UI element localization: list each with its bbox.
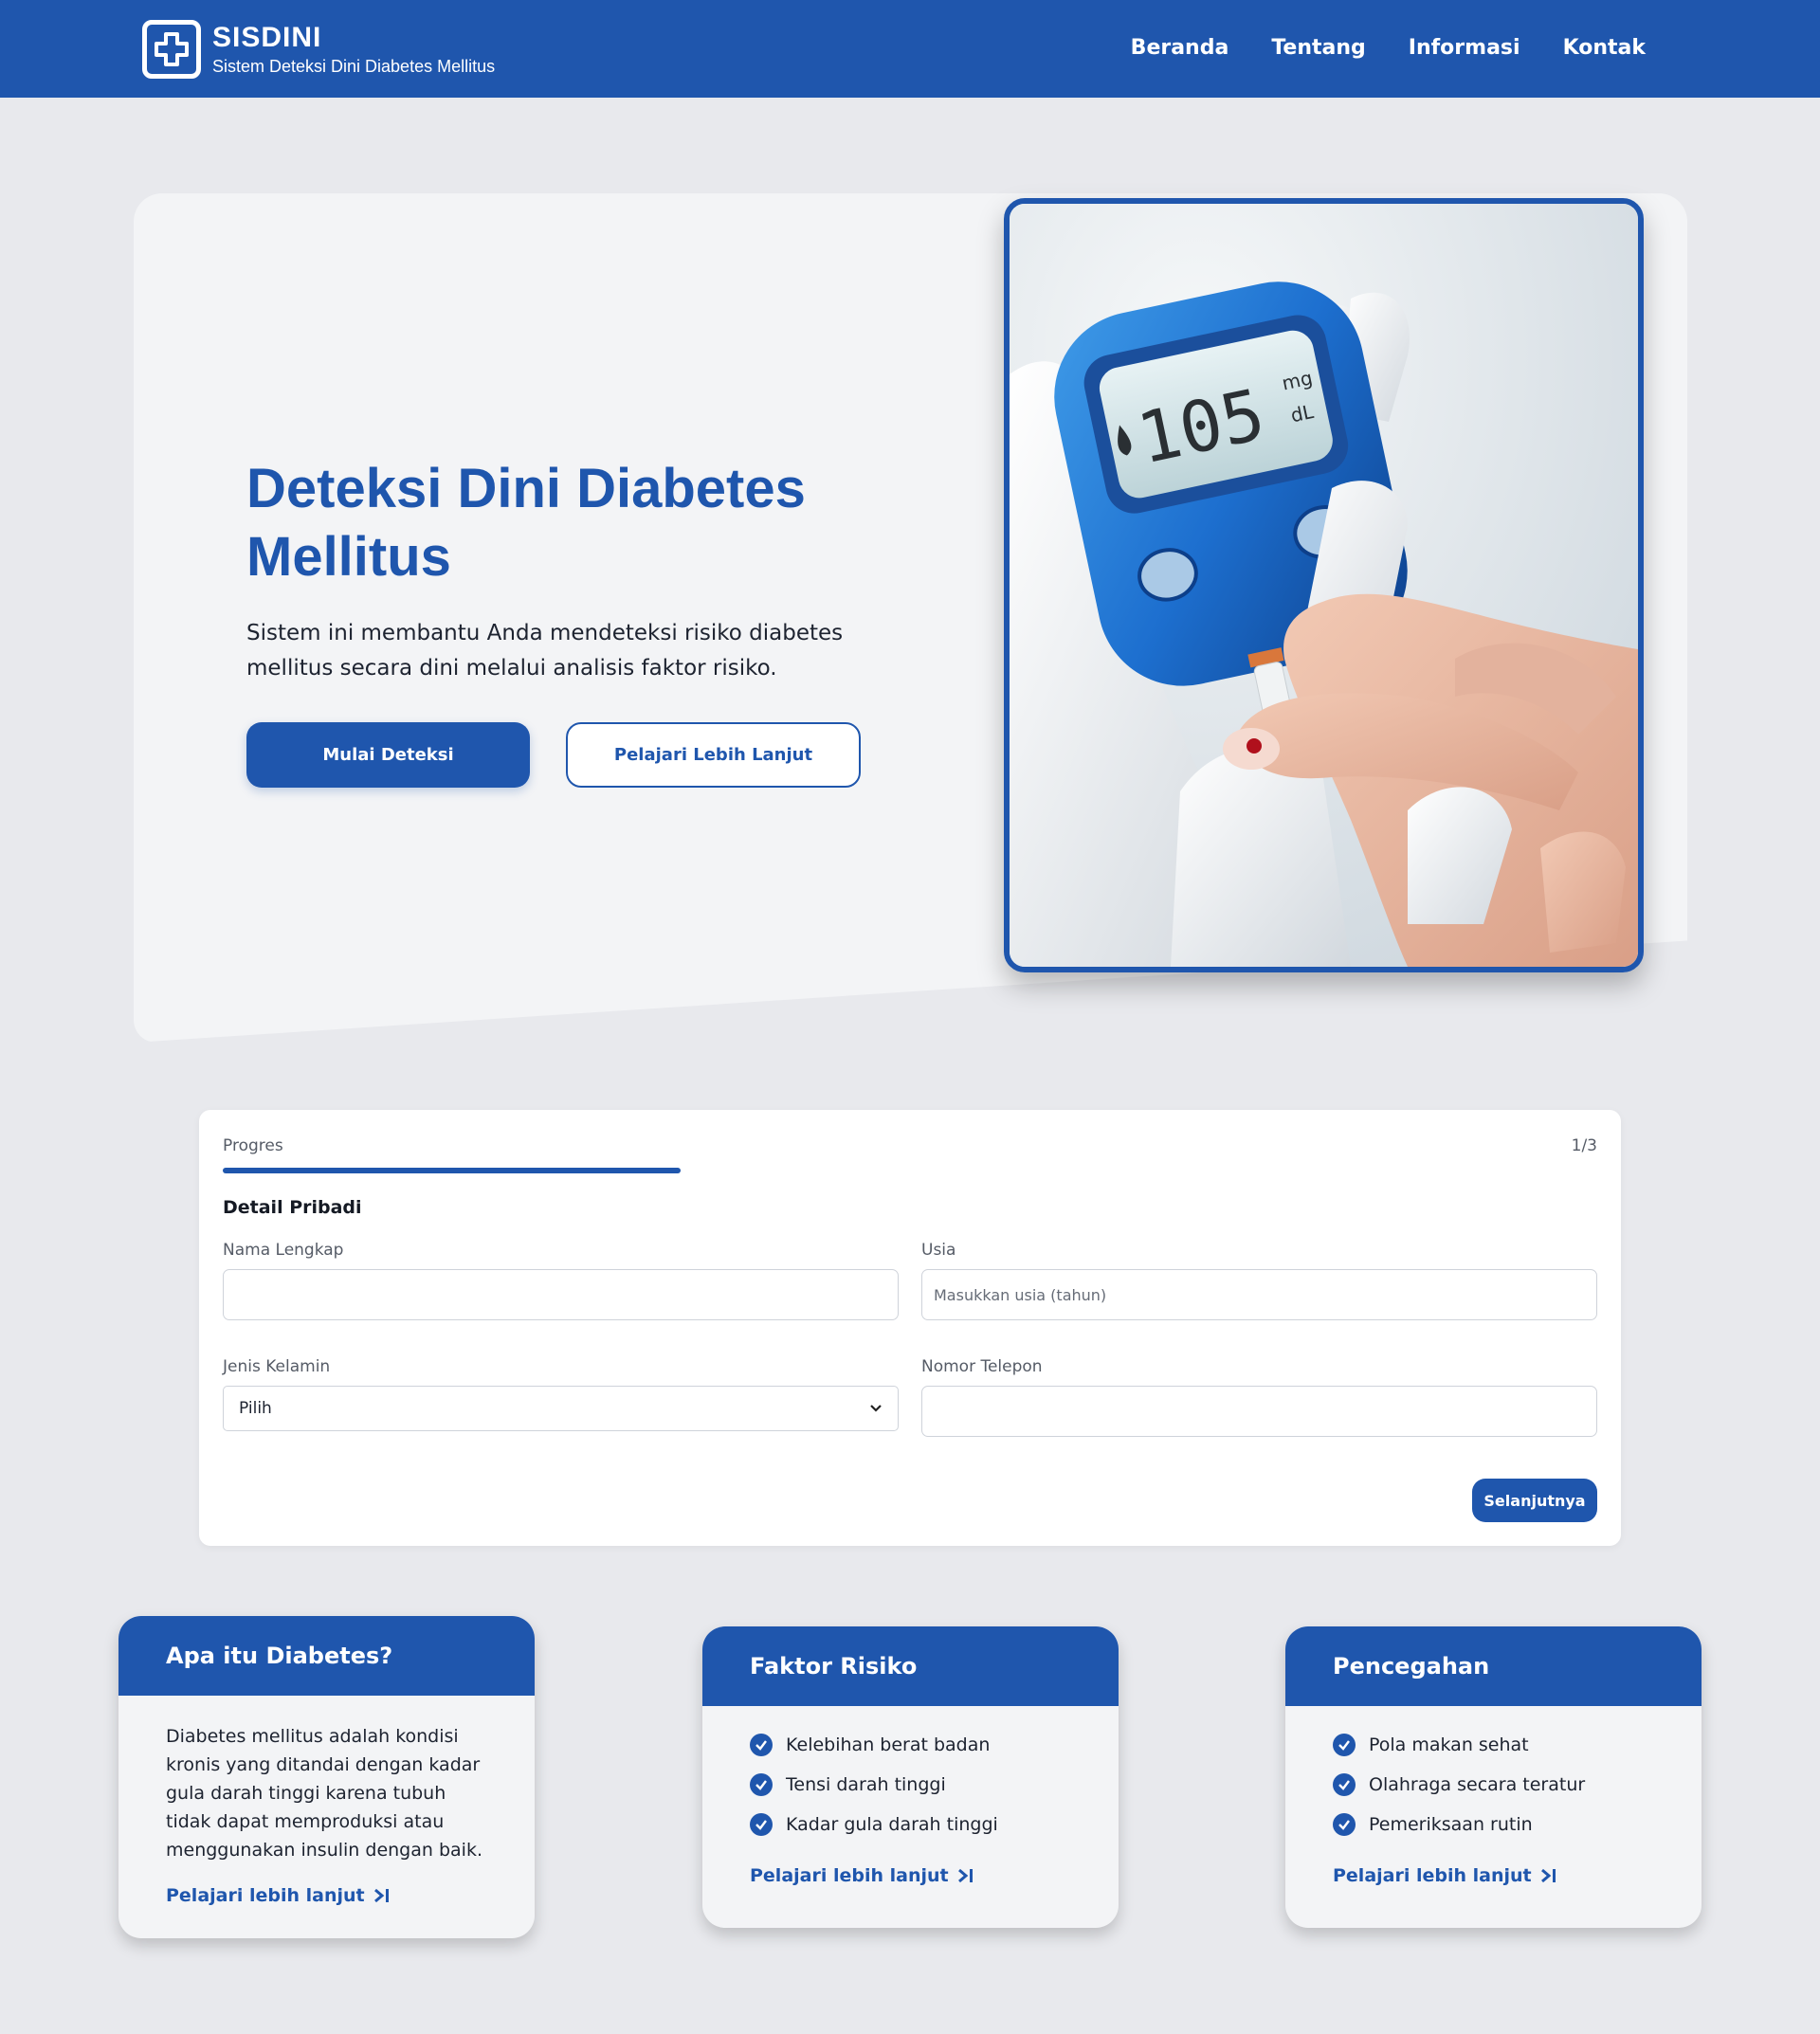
- start-detection-button[interactable]: Mulai Deteksi: [246, 722, 530, 788]
- progress-bar-fill: [223, 1168, 681, 1173]
- list-item: Pemeriksaan rutin: [1333, 1805, 1654, 1844]
- card-learn-more-link[interactable]: Pelajari lebih lanjut: [166, 1885, 487, 1906]
- list-item-label: Kadar gula darah tinggi: [786, 1814, 998, 1835]
- list-item-label: Tensi darah tinggi: [786, 1774, 946, 1795]
- card-learn-more-link[interactable]: Pelajari lebih lanjut: [1333, 1865, 1654, 1886]
- brand-subtitle: Sistem Deteksi Dini Diabetes Mellitus: [212, 57, 496, 76]
- chevron-right-bar-icon: [373, 1886, 391, 1905]
- check-circle-icon: [750, 1734, 773, 1756]
- next-button[interactable]: Selanjutnya: [1472, 1479, 1597, 1522]
- progress-bar: [223, 1168, 1597, 1173]
- card-what-is-diabetes: Apa itu Diabetes? Diabetes mellitus adal…: [118, 1616, 535, 1938]
- top-navbar: SISDINI Sistem Deteksi Dini Diabetes Mel…: [0, 0, 1820, 98]
- card-link-label: Pelajari lebih lanjut: [750, 1865, 949, 1886]
- card-prevention: Pencegahan Pola makan sehat Olahraga sec…: [1285, 1626, 1702, 1928]
- brand-title: SISDINI: [212, 22, 322, 53]
- list-item: Kelebihan berat badan: [750, 1725, 1071, 1765]
- card-link-label: Pelajari lebih lanjut: [1333, 1865, 1532, 1886]
- full-name-label: Nama Lengkap: [223, 1241, 344, 1260]
- hero-description: Sistem ini membantu Anda mendeteksi risi…: [246, 621, 844, 681]
- list-item-label: Pemeriksaan rutin: [1369, 1814, 1533, 1835]
- check-circle-icon: [1333, 1773, 1356, 1796]
- card-text: Diabetes mellitus adalah kondisi kronis …: [166, 1726, 482, 1861]
- gender-select[interactable]: Pilih: [223, 1386, 899, 1431]
- list-item: Kadar gula darah tinggi: [750, 1805, 1071, 1844]
- nav-link-kontak[interactable]: Kontak: [1563, 32, 1646, 64]
- gender-select-value: Pilih: [239, 1399, 272, 1418]
- card-risk-factors: Faktor Risiko Kelebihan berat badan Tens…: [702, 1626, 1119, 1928]
- list-item: Olahraga secara teratur: [1333, 1765, 1654, 1805]
- prevention-list: Pola makan sehat Olahraga secara teratur…: [1333, 1725, 1654, 1844]
- check-circle-icon: [750, 1773, 773, 1796]
- check-circle-icon: [750, 1813, 773, 1836]
- brand[interactable]: SISDINI Sistem Deteksi Dini Diabetes Mel…: [142, 20, 495, 79]
- phone-input[interactable]: [921, 1386, 1597, 1437]
- learn-more-button[interactable]: Pelajari Lebih Lanjut: [566, 722, 861, 788]
- chevron-down-icon: [869, 1399, 883, 1418]
- age-input[interactable]: [921, 1269, 1597, 1320]
- progress-label: Progres: [223, 1136, 283, 1155]
- card-learn-more-link[interactable]: Pelajari lebih lanjut: [750, 1865, 1071, 1886]
- card-title: Faktor Risiko: [702, 1626, 1119, 1706]
- check-circle-icon: [1333, 1813, 1356, 1836]
- list-item-label: Olahraga secara teratur: [1369, 1774, 1586, 1795]
- gender-label: Jenis Kelamin: [223, 1357, 331, 1376]
- list-item: Tensi darah tinggi: [750, 1765, 1071, 1805]
- phone-label: Nomor Telepon: [921, 1357, 1043, 1376]
- section-title: Detail Pribadi: [223, 1197, 362, 1218]
- list-item-label: Kelebihan berat badan: [786, 1734, 991, 1755]
- list-item-label: Pola makan sehat: [1369, 1734, 1529, 1755]
- detection-form-card: Progres 1/3 Detail Pribadi Nama Lengkap …: [199, 1110, 1621, 1546]
- card-link-label: Pelajari lebih lanjut: [166, 1885, 365, 1906]
- nav-link-informasi[interactable]: Informasi: [1409, 32, 1520, 64]
- list-item: Pola makan sehat: [1333, 1725, 1654, 1765]
- nav-link-tentang[interactable]: Tentang: [1271, 32, 1365, 64]
- full-name-input[interactable]: [223, 1269, 899, 1320]
- check-circle-icon: [1333, 1734, 1356, 1756]
- progress-count: 1/3: [1571, 1136, 1597, 1155]
- age-label: Usia: [921, 1241, 956, 1260]
- main-nav: Beranda Tentang Informasi Kontak: [1131, 32, 1646, 64]
- glucose-meter-image: 105 mg dL: [1004, 198, 1644, 972]
- chevron-right-bar-icon: [1539, 1866, 1558, 1885]
- risk-factor-list: Kelebihan berat badan Tensi darah tinggi…: [750, 1725, 1071, 1844]
- chevron-right-bar-icon: [956, 1866, 975, 1885]
- card-title: Pencegahan: [1285, 1626, 1702, 1706]
- nav-link-beranda[interactable]: Beranda: [1131, 32, 1229, 64]
- hero-title: Deteksi Dini Diabetes Mellitus: [246, 458, 806, 588]
- medical-cross-icon: [142, 20, 201, 79]
- card-title: Apa itu Diabetes?: [118, 1616, 535, 1696]
